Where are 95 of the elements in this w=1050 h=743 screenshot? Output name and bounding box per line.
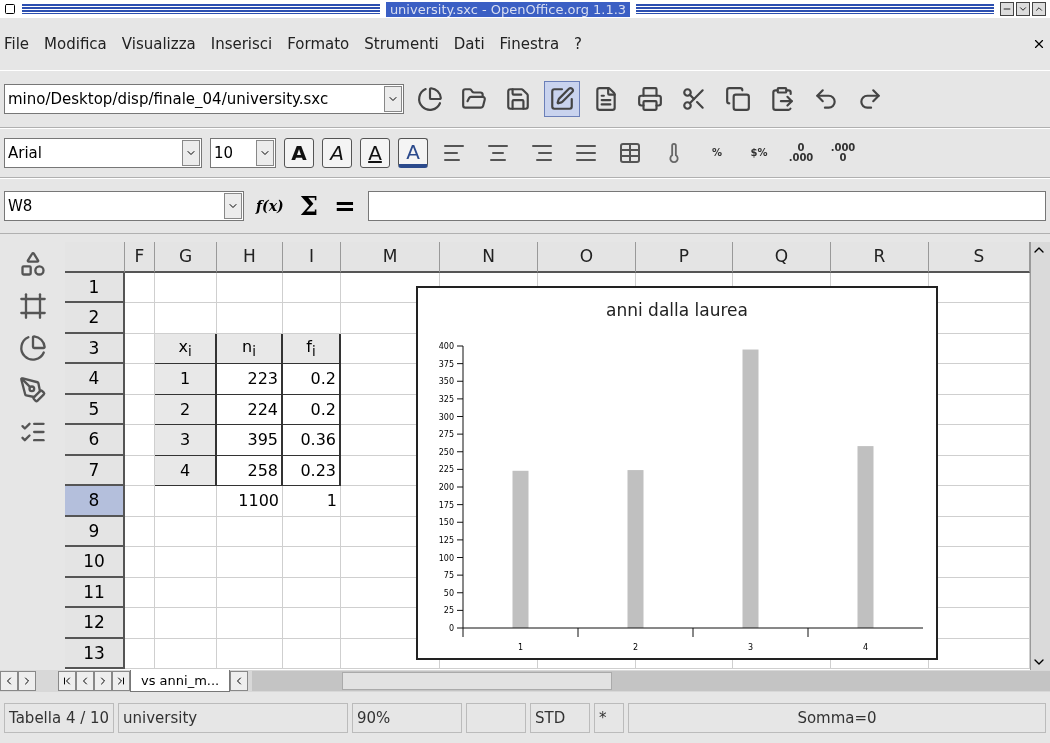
axis-label: 50: [443, 588, 454, 598]
chart-title: anni dalla laurea: [606, 300, 748, 320]
bold-button[interactable]: A: [284, 138, 314, 168]
number-format-button[interactable]: 0 .000: [784, 136, 818, 170]
table-cell: 1: [283, 486, 341, 517]
table-cell: 1: [155, 364, 217, 395]
cell-name-field[interactable]: W8: [4, 191, 244, 221]
url-field[interactable]: mino/Desktop/disp/finale_04/university.sxc: [4, 84, 404, 114]
formula-button[interactable]: =: [330, 191, 360, 221]
table-cell: 0.36: [283, 425, 341, 456]
status-field: university: [118, 702, 348, 733]
column-header[interactable]: R: [831, 242, 929, 273]
menu-item[interactable]: Inserisci: [210, 35, 273, 53]
menu-item[interactable]: Visualizza: [121, 35, 196, 53]
row-header[interactable]: 11: [65, 577, 125, 608]
row-header[interactable]: 12: [65, 608, 125, 639]
axis-label: 200: [438, 483, 454, 492]
row-header[interactable]: 5: [65, 394, 125, 425]
status-field: STD: [530, 702, 590, 733]
axis-label: 100: [438, 553, 454, 563]
color-button[interactable]: A: [398, 138, 428, 168]
row-header[interactable]: 4: [65, 364, 125, 395]
axis-label: 250: [438, 447, 454, 457]
number-format-button[interactable]: $%: [742, 136, 776, 170]
axis-label: 25: [443, 606, 454, 616]
axis-label: 125: [438, 535, 454, 545]
axis-label: 150: [438, 518, 454, 528]
status-field: *: [594, 702, 624, 733]
menu-item[interactable]: Modifica: [44, 35, 107, 53]
column-header[interactable]: O: [538, 242, 636, 273]
menu-item[interactable]: File: [4, 35, 30, 53]
axis-label: 300: [438, 412, 454, 422]
table-cell: 1100: [217, 486, 283, 517]
status-field: 90%: [352, 702, 462, 733]
number-format-button[interactable]: .000 0: [826, 136, 860, 170]
axis-label: 225: [438, 465, 454, 475]
column-header[interactable]: Q: [733, 242, 831, 273]
column-header[interactable]: G: [155, 242, 217, 273]
axis-label: 275: [438, 430, 454, 440]
menu-item[interactable]: ?: [574, 35, 583, 53]
table-cell: 258: [217, 455, 283, 486]
column-header[interactable]: H: [217, 242, 283, 273]
table-cell: 3: [155, 425, 217, 456]
row-header[interactable]: 6: [65, 425, 125, 456]
table-cell: x$_{i}$: [155, 333, 217, 364]
menu-item[interactable]: Dati: [453, 35, 485, 53]
menu-item[interactable]: Finestra: [499, 35, 560, 53]
row-header[interactable]: 10: [65, 547, 125, 578]
menu-item[interactable]: Strumenti: [364, 35, 439, 53]
table-cell: 224: [217, 394, 283, 425]
column-header[interactable]: F: [125, 242, 155, 273]
row-header[interactable]: 3: [65, 333, 125, 364]
axis-label: 2: [632, 643, 639, 652]
table-cell: 2: [155, 394, 217, 425]
axis-label: 325: [438, 394, 454, 404]
window-title: university.sxc - OpenOffice.org 1.1.3: [385, 1, 631, 17]
axis-label: 375: [438, 359, 454, 369]
italic-button[interactable]: A: [322, 138, 352, 168]
table-cell: 0.2: [283, 364, 341, 395]
row-header[interactable]: 1: [65, 272, 125, 303]
number-format-button[interactable]: %: [700, 136, 734, 170]
row-header[interactable]: 2: [65, 303, 125, 334]
column-header[interactable]: N: [440, 242, 538, 273]
axis-label: 3: [747, 643, 754, 652]
menu-item[interactable]: Formato: [287, 35, 350, 53]
axis-label: 0: [448, 624, 454, 633]
column-header[interactable]: I: [283, 242, 341, 273]
column-header[interactable]: P: [636, 242, 733, 273]
column-header[interactable]: S: [929, 242, 1030, 273]
axis-label: 350: [438, 377, 454, 387]
status-field: Somma=0: [628, 702, 1046, 733]
sheet-tab[interactable]: vs anni_m...: [130, 670, 231, 692]
axis-label: 400: [438, 342, 454, 351]
table-cell: 223: [217, 364, 283, 395]
font-name-field[interactable]: Arial: [4, 138, 202, 168]
table-cell: 0.23: [283, 455, 341, 486]
status-field: Tabella 4 / 10: [4, 702, 114, 733]
table-cell: n$_{i}$: [217, 333, 283, 364]
axis-label: 75: [443, 571, 454, 581]
sum-button[interactable]: Σ: [295, 191, 322, 221]
row-header[interactable]: 8: [65, 486, 125, 517]
table-cell: 0.2: [283, 394, 341, 425]
function-wizard-button[interactable]: f(x): [252, 198, 288, 214]
row-header[interactable]: 7: [65, 455, 125, 486]
row-header[interactable]: 13: [65, 638, 125, 669]
column-header[interactable]: M: [341, 242, 440, 273]
axis-label: 175: [438, 500, 454, 510]
axis-label: 4: [862, 643, 869, 652]
font-size-field[interactable]: 10: [210, 138, 276, 168]
axis-label: 1: [517, 643, 524, 652]
table-cell: 4: [155, 455, 217, 486]
underline-button[interactable]: A: [360, 138, 390, 168]
row-header[interactable]: 9: [65, 516, 125, 547]
table-cell: 395: [217, 425, 283, 456]
table-cell: f$_{i}$: [283, 333, 341, 364]
